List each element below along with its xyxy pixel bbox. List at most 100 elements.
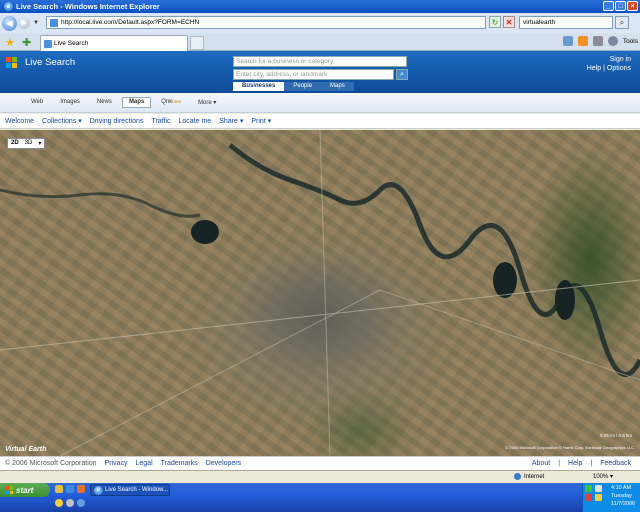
back-button[interactable]: ◀ — [2, 15, 17, 31]
close-button[interactable]: × — [627, 1, 638, 11]
options-link[interactable]: Options — [607, 65, 631, 72]
print-icon[interactable] — [592, 36, 603, 46]
beta-badge: beta — [172, 99, 182, 104]
feedback-link[interactable]: Feedback — [600, 460, 631, 467]
tools-menu[interactable]: Tools — [623, 38, 638, 45]
footer-help-link[interactable]: Help — [568, 460, 582, 467]
ie-logo-icon: e — [4, 2, 13, 11]
nav-maps[interactable]: Maps — [121, 97, 152, 108]
show-desktop-icon[interactable] — [55, 485, 63, 493]
clock-time: 4:10 AM — [611, 485, 632, 491]
trademarks-link[interactable]: Trademarks — [161, 460, 198, 467]
search-icon[interactable]: ⌕ — [615, 16, 629, 29]
zone-label: Internet — [524, 473, 545, 480]
stop-button[interactable]: ✕ — [503, 16, 515, 28]
new-tab-button[interactable] — [190, 36, 204, 50]
business-search-input[interactable]: Search for a business or category — [233, 56, 407, 67]
vertical-nav: Web Images News Maps Qnkbeta More ▾ — [0, 93, 640, 113]
welcome-link[interactable]: Welcome — [5, 118, 34, 125]
security-zone: Internet — [514, 473, 544, 480]
favorites-star-icon[interactable]: ★ — [5, 36, 15, 49]
nav-web[interactable]: Web — [24, 97, 50, 108]
mode-3d-button[interactable]: 3D — [22, 139, 36, 148]
minimize-button[interactable]: _ — [603, 1, 614, 11]
map-features — [0, 130, 640, 456]
about-link[interactable]: About — [532, 460, 550, 467]
road-main-3 — [59, 289, 381, 456]
map-mode-switch: 2D 3D ▾ — [7, 138, 46, 149]
lake-west — [191, 220, 219, 244]
footer-copyright: © 2006 Microsoft Corporation — [5, 460, 97, 467]
mode-2d-button[interactable]: 2D — [8, 139, 22, 148]
developers-link[interactable]: Developers — [206, 460, 241, 467]
legal-link[interactable]: Legal — [136, 460, 153, 467]
nav-images[interactable]: Images — [53, 97, 87, 108]
print-menu[interactable]: Print ▾ — [251, 117, 271, 125]
collections-menu[interactable]: Collections ▾ — [42, 117, 82, 125]
road-main-2 — [319, 130, 331, 456]
live-search-header: Live Search Search for a business or cat… — [0, 51, 640, 93]
river-north — [228, 143, 640, 377]
address-value: http://local.live.com/Default.aspx?FORM=… — [61, 19, 200, 26]
security-alert-icon[interactable] — [585, 494, 592, 501]
locate-me-link[interactable]: Locate me — [179, 118, 212, 125]
driving-directions-link[interactable]: Driving directions — [90, 118, 144, 125]
history-dropdown-icon[interactable]: ▼ — [33, 20, 39, 26]
nav-news[interactable]: News — [90, 97, 119, 108]
system-tray: 4:10 AM Tuesday 11/7/2006 — [582, 483, 640, 512]
tab-page-icon — [44, 39, 52, 48]
ie-quicklaunch-icon[interactable] — [66, 485, 74, 493]
volume-icon[interactable] — [595, 485, 602, 492]
sign-in-link[interactable]: Sign in — [587, 55, 631, 64]
collections-label: Collections — [42, 118, 77, 125]
virtual-earth-logo: Virtual Earth — [5, 446, 47, 453]
search-submit-button[interactable]: ⌕ — [396, 69, 408, 80]
nav-more[interactable]: More ▾ — [191, 97, 223, 108]
tab-row: ★ ✚ Live Search Tools — [0, 33, 640, 51]
zoom-control[interactable]: 100% ▾ — [593, 473, 613, 480]
tab-live-search[interactable]: Live Search — [40, 35, 188, 51]
gear-icon[interactable] — [607, 36, 618, 46]
media-player-icon[interactable] — [77, 485, 85, 493]
taskbar-ie-icon: e — [94, 485, 103, 495]
satellite-map[interactable]: 2D 3D ▾ 0.25 mi / 0.5 km Virtual Earth ©… — [0, 130, 640, 456]
tab-maps[interactable]: Maps — [321, 82, 354, 91]
traffic-link[interactable]: Traffic — [151, 118, 170, 125]
messenger-tray-icon[interactable] — [595, 494, 602, 501]
nav-qnk-label: Qnk — [161, 99, 173, 105]
taskbar-item-label: Live Search - Window... — [105, 487, 169, 493]
messenger-icon[interactable] — [55, 499, 63, 507]
command-bar: Tools — [562, 36, 638, 46]
taskbar-item-ie[interactable]: e Live Search - Window... — [90, 484, 170, 496]
window-title-bar[interactable]: e Live Search - Windows Internet Explore… — [0, 0, 640, 13]
start-label: start — [16, 485, 34, 495]
share-menu[interactable]: Share ▾ — [219, 117, 243, 125]
tab-people[interactable]: People — [284, 82, 322, 91]
app-icon-2[interactable] — [77, 499, 85, 507]
lake-far-east — [555, 280, 575, 320]
location-search-input[interactable]: Enter city, address, or landmark — [233, 69, 394, 80]
map-copyright: © 2006 Microsoft Corporation © Harris Co… — [505, 445, 634, 450]
ie-status-bar: Internet 100% ▾ — [0, 470, 640, 483]
refresh-button[interactable]: ↻ — [489, 16, 501, 28]
tab-title: Live Search — [54, 40, 89, 47]
nav-qnk[interactable]: Qnkbeta — [154, 97, 188, 108]
home-icon[interactable] — [562, 36, 573, 46]
app-icon[interactable] — [66, 499, 74, 507]
network-icon[interactable] — [585, 485, 592, 492]
forward-button[interactable]: ▶ — [18, 17, 30, 29]
map-scale: 0.25 mi / 0.5 km — [599, 433, 632, 438]
address-bar[interactable]: http://local.live.com/Default.aspx?FORM=… — [46, 16, 486, 29]
privacy-link[interactable]: Privacy — [105, 460, 128, 467]
tab-businesses[interactable]: Businesses — [233, 82, 285, 91]
add-favorite-icon[interactable]: ✚ — [22, 36, 31, 49]
maximize-button[interactable]: □ — [615, 1, 626, 11]
print-label: Print — [251, 118, 266, 125]
start-button[interactable]: start — [0, 483, 50, 497]
help-link[interactable]: Help — [587, 65, 601, 72]
clock-date: 11/7/2006 — [611, 501, 636, 507]
feeds-icon[interactable] — [577, 36, 588, 46]
mode-dropdown-icon[interactable]: ▾ — [35, 139, 44, 148]
browser-search-input[interactable]: virtualearth — [519, 16, 613, 29]
address-row: ◀ ▶ ▼ http://local.live.com/Default.aspx… — [0, 13, 640, 33]
